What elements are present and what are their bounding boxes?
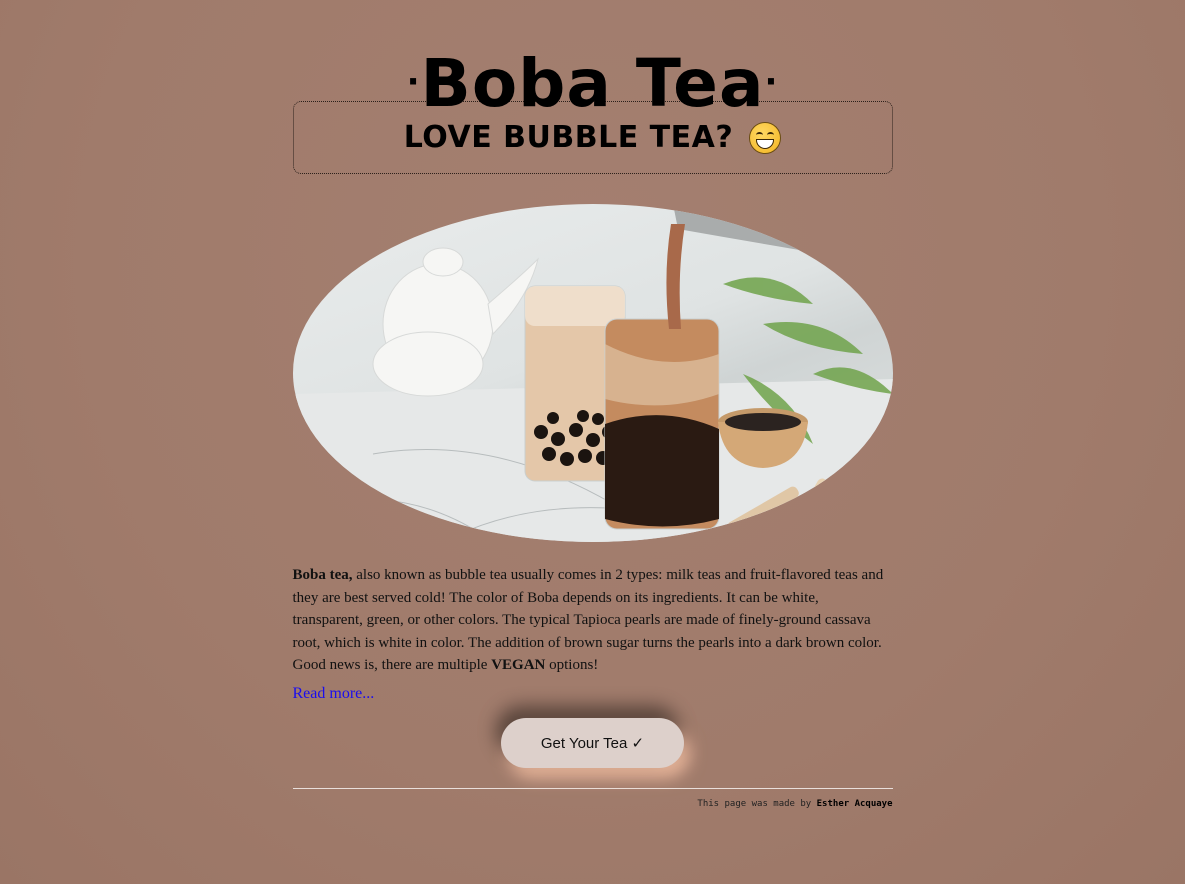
- page-title: ·Boba Tea·: [293, 0, 893, 122]
- footer-prefix: This page was made by: [697, 798, 817, 809]
- bubble-tea-photo: [292, 204, 893, 542]
- bubble-tea-illustration: [292, 204, 893, 542]
- title-dot-right: ·: [764, 61, 779, 102]
- page-title-text: Boba Tea: [420, 45, 765, 122]
- get-your-tea-button[interactable]: Get Your Tea ✓: [501, 717, 684, 768]
- cta-wrapper: Get Your Tea ✓: [293, 717, 893, 768]
- grinning-face-icon: [749, 121, 782, 154]
- tagline-text: LOVE BUBBLE TEA?: [403, 120, 734, 155]
- title-dot-left: ·: [406, 61, 421, 102]
- page-container: ·Boba Tea· LOVE BUBBLE TEA? Boba tea, al…: [292, 0, 893, 809]
- read-more-link[interactable]: Read more...: [293, 685, 375, 703]
- footer-divider: [292, 787, 893, 789]
- footer-author: Esther Acquaye: [816, 798, 893, 809]
- footer-credit: This page was made by Esther Acquaye: [293, 798, 893, 809]
- description-vegan: VEGAN: [491, 657, 546, 673]
- boba-description: Boba tea, also known as bubble tea usual…: [293, 564, 893, 677]
- description-text-2: options!: [545, 657, 599, 673]
- description-lead: Boba tea,: [292, 567, 353, 583]
